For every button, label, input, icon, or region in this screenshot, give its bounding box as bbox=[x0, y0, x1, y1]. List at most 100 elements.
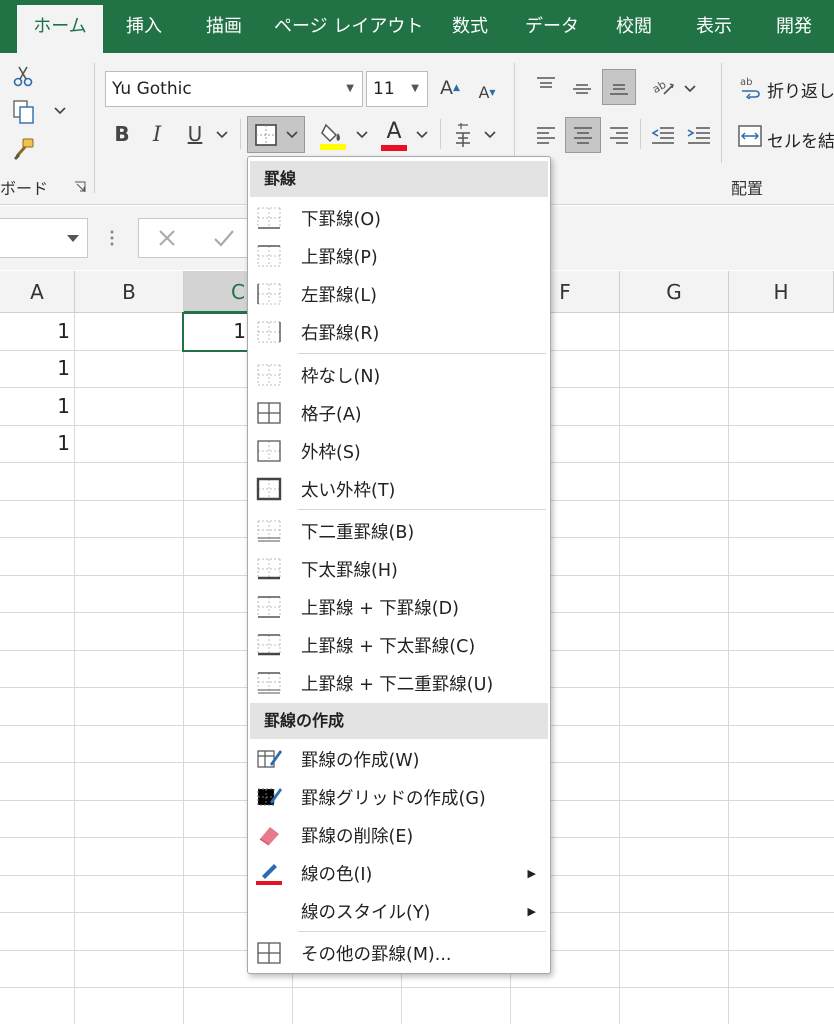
grid-column-line bbox=[74, 313, 75, 1024]
align-left-icon[interactable] bbox=[532, 121, 560, 149]
ribbon-separator bbox=[640, 119, 641, 149]
font-size-dropdown-icon[interactable]: ▼ bbox=[411, 72, 419, 106]
merge-center-button[interactable]: セルを結 bbox=[767, 127, 834, 152]
grow-font-label: A bbox=[440, 77, 454, 99]
underline-button[interactable]: U bbox=[181, 117, 209, 151]
menu-label: 上罫線 + 下罫線(D) bbox=[301, 598, 459, 619]
tab-view[interactable]: 表示 bbox=[684, 0, 744, 53]
paint-bucket-icon[interactable] bbox=[316, 117, 350, 153]
more-borders-icon bbox=[257, 942, 281, 964]
paintbrush-icon[interactable] bbox=[10, 135, 38, 163]
menu-item-top-and-double-bottom-border[interactable]: 上罫線 + 下二重罫線(U) bbox=[248, 664, 550, 702]
menu-item-left-border[interactable]: 左罫線(L) bbox=[248, 275, 550, 313]
menu-item-draw-border[interactable]: 罫線の作成(W) bbox=[248, 740, 550, 778]
align-right-icon[interactable] bbox=[605, 121, 633, 149]
font-name-value: Yu Gothic bbox=[112, 79, 192, 99]
menu-section-draw-borders: 罫線の作成 bbox=[250, 703, 548, 739]
menu-item-line-color[interactable]: 線の色(I) ▶ bbox=[248, 854, 550, 892]
tab-insert[interactable]: 挿入 bbox=[114, 0, 174, 53]
tab-home[interactable]: ホーム bbox=[17, 5, 103, 53]
tab-developer[interactable]: 開発 bbox=[764, 0, 824, 53]
align-center-button[interactable] bbox=[565, 117, 601, 153]
menu-item-no-border[interactable]: 枠なし(N) bbox=[248, 356, 550, 394]
column-header-h[interactable]: H bbox=[729, 271, 834, 313]
underline-dropdown-icon[interactable] bbox=[214, 127, 230, 143]
menu-label: 上罫線(P) bbox=[301, 247, 378, 268]
svg-text:ab: ab bbox=[740, 77, 752, 88]
wrap-text-button[interactable]: 折り返し bbox=[767, 77, 834, 102]
menu-item-bottom-border[interactable]: 下罫線(O) bbox=[248, 199, 550, 237]
cell-a1[interactable]: 1 bbox=[0, 313, 74, 350]
cell-a4[interactable]: 1 bbox=[0, 425, 74, 462]
font-name-box[interactable]: Yu Gothic ▼ bbox=[105, 71, 363, 107]
align-bottom-button[interactable] bbox=[602, 69, 636, 105]
top-thick-bottom-border-icon bbox=[257, 634, 281, 656]
menu-item-bottom-double-border[interactable]: 下二重罫線(B) bbox=[248, 512, 550, 550]
phonetic-guide-icon[interactable] bbox=[450, 119, 476, 151]
menu-item-outside-borders[interactable]: 外枠(S) bbox=[248, 432, 550, 470]
menu-label: 罫線グリッドの作成(G) bbox=[301, 788, 486, 809]
left-border-icon bbox=[257, 283, 281, 305]
menu-label: 上罫線 + 下二重罫線(U) bbox=[301, 674, 494, 695]
menu-label: 左罫線(L) bbox=[301, 285, 377, 306]
menu-item-draw-border-grid[interactable]: 罫線グリッドの作成(G) bbox=[248, 778, 550, 816]
tab-data[interactable]: データ bbox=[519, 0, 585, 53]
italic-button[interactable]: I bbox=[143, 117, 171, 151]
cancel-x-icon[interactable] bbox=[157, 228, 177, 248]
menu-item-line-style[interactable]: 線のスタイル(Y) ▶ bbox=[248, 892, 550, 930]
formula-bar-grip-icon[interactable] bbox=[110, 228, 114, 250]
font-color-dropdown-icon[interactable] bbox=[414, 127, 430, 143]
ribbon-separator bbox=[721, 63, 722, 163]
ribbon-tab-bar: ホーム 挿入 描画 ページ レイアウト 数式 データ 校閲 表示 開発 bbox=[0, 0, 834, 53]
enter-check-icon[interactable] bbox=[213, 228, 235, 248]
wrap-text-icon[interactable]: ab bbox=[738, 73, 762, 101]
orientation-icon[interactable]: ab bbox=[648, 71, 678, 101]
tab-review[interactable]: 校閲 bbox=[604, 0, 664, 53]
tab-draw[interactable]: 描画 bbox=[194, 0, 254, 53]
menu-item-thick-outside-borders[interactable]: 太い外枠(T) bbox=[248, 470, 550, 508]
tab-formulas[interactable]: 数式 bbox=[440, 0, 500, 53]
menu-item-top-border[interactable]: 上罫線(P) bbox=[248, 237, 550, 275]
all-borders-icon bbox=[257, 402, 281, 424]
menu-item-all-borders[interactable]: 格子(A) bbox=[248, 394, 550, 432]
column-header-b[interactable]: B bbox=[75, 271, 184, 313]
column-header-g[interactable]: G bbox=[620, 271, 729, 313]
cell-a2[interactable]: 1 bbox=[0, 350, 74, 387]
cell-a3[interactable]: 1 bbox=[0, 388, 74, 425]
menu-item-top-and-bottom-border[interactable]: 上罫線 + 下罫線(D) bbox=[248, 588, 550, 626]
menu-item-top-and-thick-bottom-border[interactable]: 上罫線 + 下太罫線(C) bbox=[248, 626, 550, 664]
shrink-font-button[interactable]: A ▼ bbox=[474, 77, 500, 107]
font-color-button[interactable]: A bbox=[378, 117, 410, 153]
align-center-icon bbox=[574, 127, 592, 144]
name-box[interactable] bbox=[0, 218, 88, 258]
menu-item-right-border[interactable]: 右罫線(R) bbox=[248, 313, 550, 351]
borders-button[interactable] bbox=[247, 116, 305, 153]
cell-c1[interactable]: 1 bbox=[184, 313, 250, 350]
merge-cells-icon[interactable] bbox=[738, 123, 762, 149]
menu-separator bbox=[298, 509, 546, 510]
tab-page-layout[interactable]: ページ レイアウト bbox=[274, 0, 423, 53]
bold-button[interactable]: B bbox=[108, 117, 136, 151]
right-border-icon bbox=[257, 321, 281, 343]
paste-options-chevron-icon[interactable] bbox=[52, 103, 68, 119]
column-header-a[interactable]: A bbox=[0, 271, 75, 313]
align-bottom-icon bbox=[610, 84, 628, 95]
menu-item-more-borders[interactable]: その他の罫線(M)... bbox=[248, 934, 550, 972]
align-middle-icon[interactable] bbox=[568, 75, 596, 103]
dialog-launcher-icon[interactable] bbox=[72, 179, 88, 195]
increase-indent-icon[interactable] bbox=[684, 121, 714, 149]
phonetic-dropdown-icon[interactable] bbox=[482, 127, 498, 143]
align-top-icon[interactable] bbox=[532, 71, 560, 99]
menu-item-thick-bottom-border[interactable]: 下太罫線(H) bbox=[248, 550, 550, 588]
scissors-icon[interactable] bbox=[10, 63, 36, 89]
decrease-indent-icon[interactable] bbox=[648, 121, 678, 149]
copy-icon[interactable] bbox=[10, 98, 38, 126]
pencil-grid-icon bbox=[257, 788, 282, 806]
font-name-dropdown-icon[interactable]: ▼ bbox=[346, 72, 354, 106]
orientation-dropdown-icon[interactable] bbox=[682, 81, 698, 97]
font-size-box[interactable]: 11 ▼ bbox=[366, 71, 428, 107]
fill-color-dropdown-icon[interactable] bbox=[354, 127, 370, 143]
menu-item-erase-border[interactable]: 罫線の削除(E) bbox=[248, 816, 550, 854]
grow-font-button[interactable]: A ▲ bbox=[437, 73, 463, 103]
menu-label: 下太罫線(H) bbox=[301, 560, 398, 581]
